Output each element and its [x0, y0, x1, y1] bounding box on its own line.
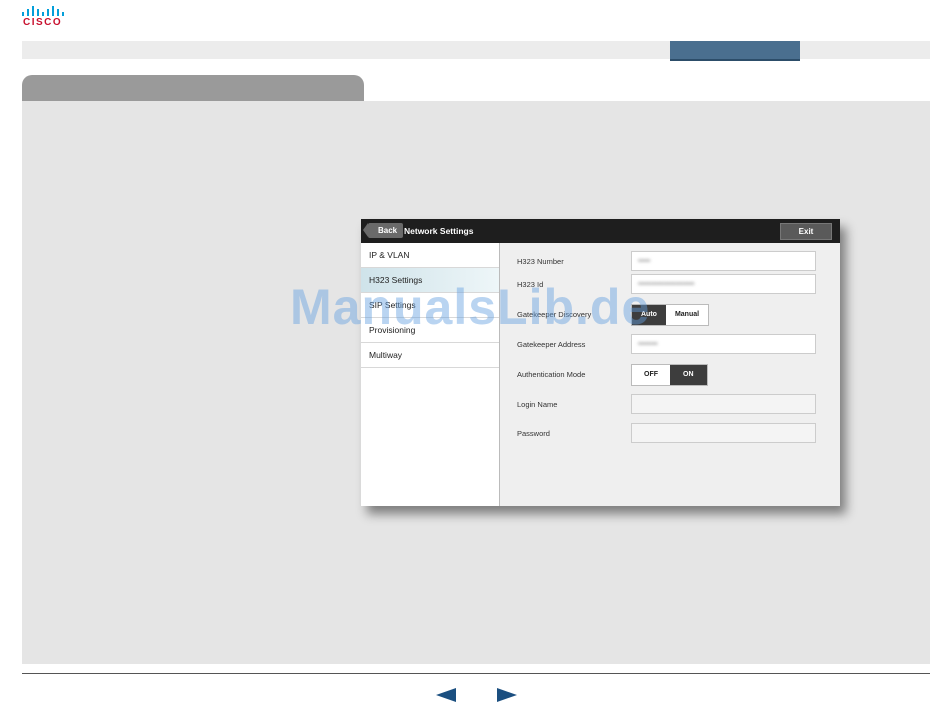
gatekeeper-address-field[interactable]: ••••••••	[631, 334, 816, 354]
authentication-mode-row: Authentication Mode OFF ON	[500, 364, 840, 386]
login-name-field[interactable]	[631, 394, 816, 414]
section-tab	[22, 75, 364, 102]
h323-number-field[interactable]: •••••	[631, 251, 816, 271]
login-name-label: Login Name	[517, 400, 558, 409]
previous-page-arrow-icon[interactable]	[436, 688, 456, 702]
back-button[interactable]: Back	[362, 223, 404, 238]
h323-number-value: •••••	[638, 258, 651, 265]
menu-item-ip-vlan[interactable]: IP & VLAN	[361, 243, 499, 268]
password-label: Password	[517, 429, 550, 438]
logo-bars-icon	[22, 6, 68, 16]
auth-off-option[interactable]: OFF	[632, 365, 670, 385]
password-field[interactable]	[631, 423, 816, 443]
active-nav-tab[interactable]	[670, 41, 800, 61]
auth-on-option[interactable]: ON	[670, 365, 707, 385]
h323-number-label: H323 Number	[517, 257, 564, 266]
exit-button[interactable]: Exit	[780, 223, 832, 240]
authentication-mode-toggle[interactable]: OFF ON	[631, 364, 708, 386]
cisco-logo: CISCO	[22, 4, 68, 30]
logo-wordmark: CISCO	[23, 17, 63, 28]
gatekeeper-address-label: Gatekeeper Address	[517, 340, 586, 349]
gatekeeper-address-value: ••••••••	[638, 341, 658, 348]
device-titlebar: Back Network Settings Exit	[361, 219, 840, 243]
watermark: ManualsLib.de	[290, 279, 651, 335]
h323-id-field[interactable]: •••••••••••••••••••••••	[631, 274, 816, 294]
authentication-mode-label: Authentication Mode	[517, 370, 586, 379]
device-screenshot: Back Network Settings Exit IP & VLAN H32…	[361, 219, 840, 506]
top-navigation-bar	[22, 41, 930, 61]
next-page-arrow-icon[interactable]	[497, 688, 517, 702]
menu-item-multiway[interactable]: Multiway	[361, 343, 499, 368]
gatekeeper-address-row: Gatekeeper Address ••••••••	[500, 334, 840, 356]
password-row: Password	[500, 423, 840, 445]
footer-divider	[22, 673, 930, 674]
login-name-row: Login Name	[500, 394, 840, 416]
gatekeeper-manual-option[interactable]: Manual	[665, 305, 709, 325]
device-title: Network Settings	[404, 226, 474, 236]
h323-number-row: H323 Number •••••	[500, 251, 840, 273]
